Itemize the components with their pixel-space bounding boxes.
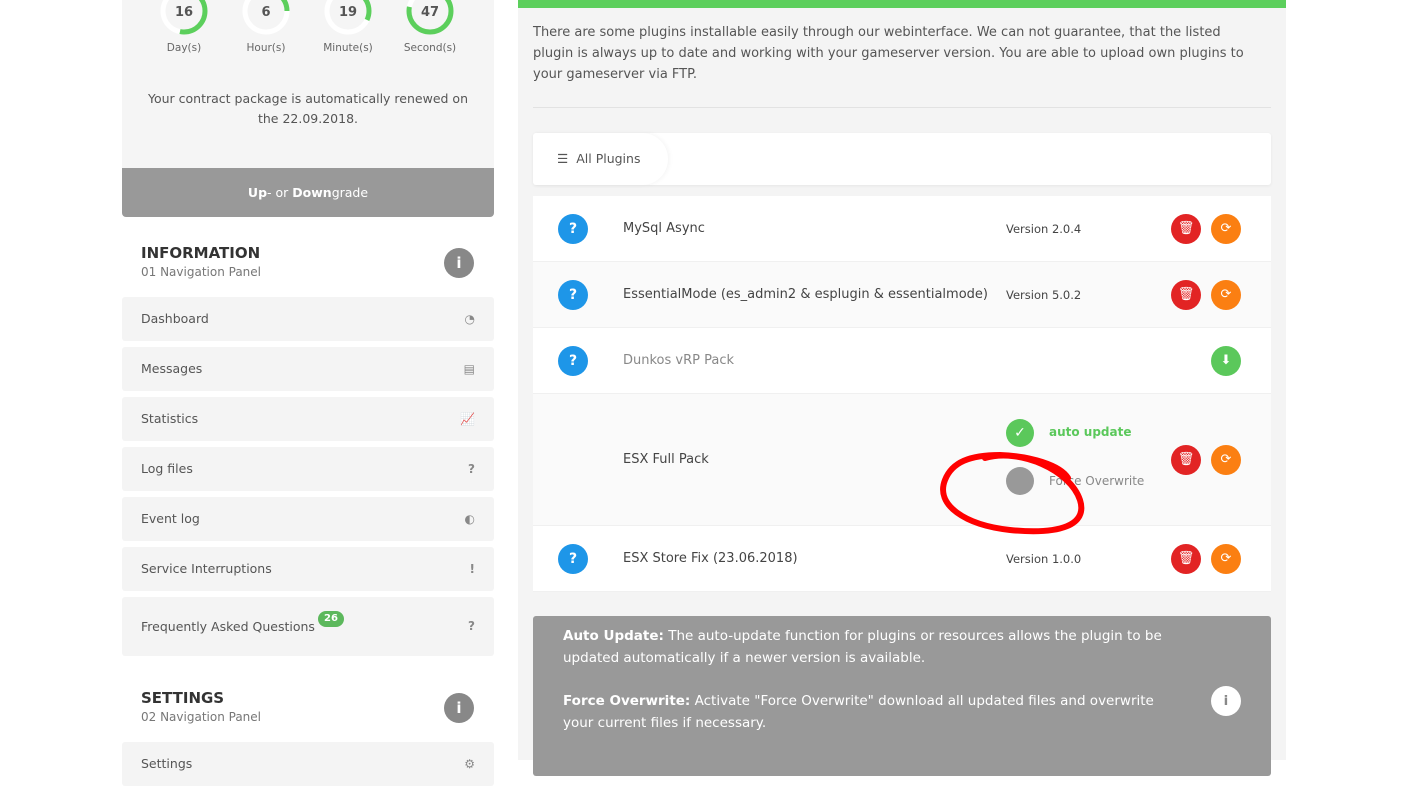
plugin-name: ESX Store Fix (23.06.2018) <box>623 551 798 566</box>
section-subtitle: 01 Navigation Panel <box>141 265 261 279</box>
nav-label: Service Interruptions <box>141 561 272 576</box>
ring-label: Day(s) <box>166 42 202 54</box>
nav-icon: ? <box>468 462 475 476</box>
refresh-button[interactable]: ⟳ <box>1211 214 1241 244</box>
countdown-ring: 6 Hour(s) <box>241 0 291 54</box>
refresh-button[interactable]: ⟳ <box>1211 280 1241 310</box>
auto-update-label: auto update <box>1049 425 1132 439</box>
delete-button[interactable]: 🗑 <box>1171 280 1201 310</box>
nav-icon: ? <box>468 619 475 633</box>
plugin-row: ? ESX Store Fix (23.06.2018) Version 1.0… <box>533 526 1271 592</box>
nav-icon: ◐ <box>464 512 475 526</box>
nav-item-settings[interactable]: Settings ⚙ <box>122 742 494 786</box>
plugin-row: ESX Full Pack ✓ auto update Force Overwr… <box>533 394 1271 526</box>
plugin-name: MySql Async <box>623 221 705 236</box>
nav-item-log-files[interactable]: Log files? <box>122 447 494 491</box>
upgrade-up: Up <box>247 185 268 200</box>
section-title: SETTINGS <box>141 689 225 707</box>
section-title: INFORMATION <box>141 244 261 262</box>
upgrade-mid: - or <box>267 185 293 200</box>
info-icon[interactable]: i <box>444 693 474 723</box>
intro-text: There are some plugins installable easil… <box>533 25 1244 82</box>
list-icon: ☰ <box>557 151 569 166</box>
countdown-ring: 16 Day(s) <box>159 0 209 54</box>
nav-label: Dashboard <box>141 311 209 326</box>
note-title: Force Overwrite: <box>563 693 691 709</box>
plugin-row: ? Dunkos vRP Pack ⬇ <box>533 328 1271 394</box>
plugin-list: ? MySql Async Version 2.0.4 🗑 ⟳ ? Essent… <box>533 196 1271 592</box>
nav-item-statistics[interactable]: Statistics 📈 <box>122 397 494 441</box>
note-title: Auto Update: <box>563 628 664 644</box>
settings-header: SETTINGS 02 Navigation Panel i <box>122 662 494 742</box>
refresh-button[interactable]: ⟳ <box>1211 445 1241 475</box>
nav-label: Frequently Asked Questions <box>141 619 315 634</box>
nav-label: Event log <box>141 511 200 526</box>
nav-item-event-log[interactable]: Event log ◐ <box>122 497 494 541</box>
force-overwrite-toggle[interactable] <box>1006 467 1034 495</box>
plugin-name: EssentialMode (es_admin2 & esplugin & es… <box>623 287 988 302</box>
nav-item-service-interruptions[interactable]: Service Interruptions! <box>122 547 494 591</box>
note-auto-update: Auto Update: The auto-update function fo… <box>563 625 1171 669</box>
help-icon[interactable]: ? <box>558 544 588 574</box>
nav-icon: ! <box>469 562 475 576</box>
nav-icon: ▤ <box>463 362 475 376</box>
help-icon[interactable]: ? <box>558 214 588 244</box>
ring-value: 6 <box>261 5 271 20</box>
plugin-row: ? EssentialMode (es_admin2 & esplugin & … <box>533 262 1271 328</box>
refresh-button[interactable]: ⟳ <box>1211 544 1241 574</box>
nav-label: Log files <box>141 461 193 476</box>
ring-value: 19 <box>338 5 358 20</box>
plugin-version: Version 2.0.4 <box>1006 222 1082 236</box>
upgrade-rest: grade <box>331 185 369 200</box>
plugin-name: ESX Full Pack <box>623 452 709 467</box>
plugin-version: Version 1.0.0 <box>1006 552 1082 566</box>
upgrade-down: Down <box>292 185 332 200</box>
info-note: Auto Update: The auto-update function fo… <box>533 616 1271 776</box>
gears-icon: ⚙ <box>464 757 475 771</box>
ring-label: Hour(s) <box>246 42 286 54</box>
delete-button[interactable]: 🗑 <box>1171 214 1201 244</box>
plugin-name: Dunkos vRP Pack <box>623 353 735 368</box>
information-header: INFORMATION 01 Navigation Panel i <box>122 217 494 297</box>
nav-label: Statistics <box>141 411 199 426</box>
auto-update-toggle[interactable]: ✓ <box>1006 419 1034 447</box>
ring-value: 16 <box>174 5 194 20</box>
help-icon[interactable]: ? <box>558 346 588 376</box>
ring-label: Minute(s) <box>323 42 373 54</box>
tab-all-plugins[interactable]: ☰ All Plugins <box>533 133 668 185</box>
ring-label: Second(s) <box>403 42 457 54</box>
delete-button[interactable]: 🗑 <box>1171 544 1201 574</box>
countdown-ring: 47 Second(s) <box>404 0 456 54</box>
nav-label: Settings <box>141 756 193 771</box>
upgrade-button[interactable]: Up- or Downgrade <box>122 168 494 217</box>
nav-icon: 📈 <box>460 412 475 426</box>
info-icon: i <box>1211 686 1241 716</box>
nav-item-dashboard[interactable]: Dashboard ◔ <box>122 297 494 341</box>
ring-value: 47 <box>420 5 440 20</box>
nav-item-frequently-asked-questions[interactable]: Frequently Asked Questions 26? <box>122 597 494 656</box>
tab-bar: ☰ All Plugins <box>533 133 1271 185</box>
divider <box>533 107 1271 108</box>
top-accent-bar <box>518 0 1286 8</box>
sidebar: 16 Day(s) 6 Hour(s) 19 Minute(s) 47 Second(s) Y… <box>122 0 494 792</box>
plugin-version: Version 5.0.2 <box>1006 288 1082 302</box>
section-subtitle: 02 Navigation Panel <box>141 710 261 724</box>
countdown-ring: 19 Minute(s) <box>323 0 373 54</box>
renew-text: Your contract package is automatically r… <box>147 91 468 126</box>
delete-button[interactable]: 🗑 <box>1171 445 1201 475</box>
nav-icon: ◔ <box>464 312 475 326</box>
tab-label: All Plugins <box>576 151 641 166</box>
plugin-row: ? MySql Async Version 2.0.4 🗑 ⟳ <box>533 196 1271 262</box>
nav-label: Messages <box>141 361 203 376</box>
info-icon[interactable]: i <box>444 248 474 278</box>
plugins-panel: There are some plugins installable easil… <box>518 0 1286 776</box>
count-badge: 26 <box>318 611 344 627</box>
force-overwrite-label: Force Overwrite <box>1049 474 1145 488</box>
help-icon[interactable]: ? <box>558 280 588 310</box>
download-button[interactable]: ⬇ <box>1211 346 1241 376</box>
note-force-overwrite: Force Overwrite: Activate "Force Overwri… <box>563 690 1171 734</box>
contract-timer: 16 Day(s) 6 Hour(s) 19 Minute(s) 47 Second(s) Y… <box>122 0 494 168</box>
nav-item-messages[interactable]: Messages ▤ <box>122 347 494 391</box>
